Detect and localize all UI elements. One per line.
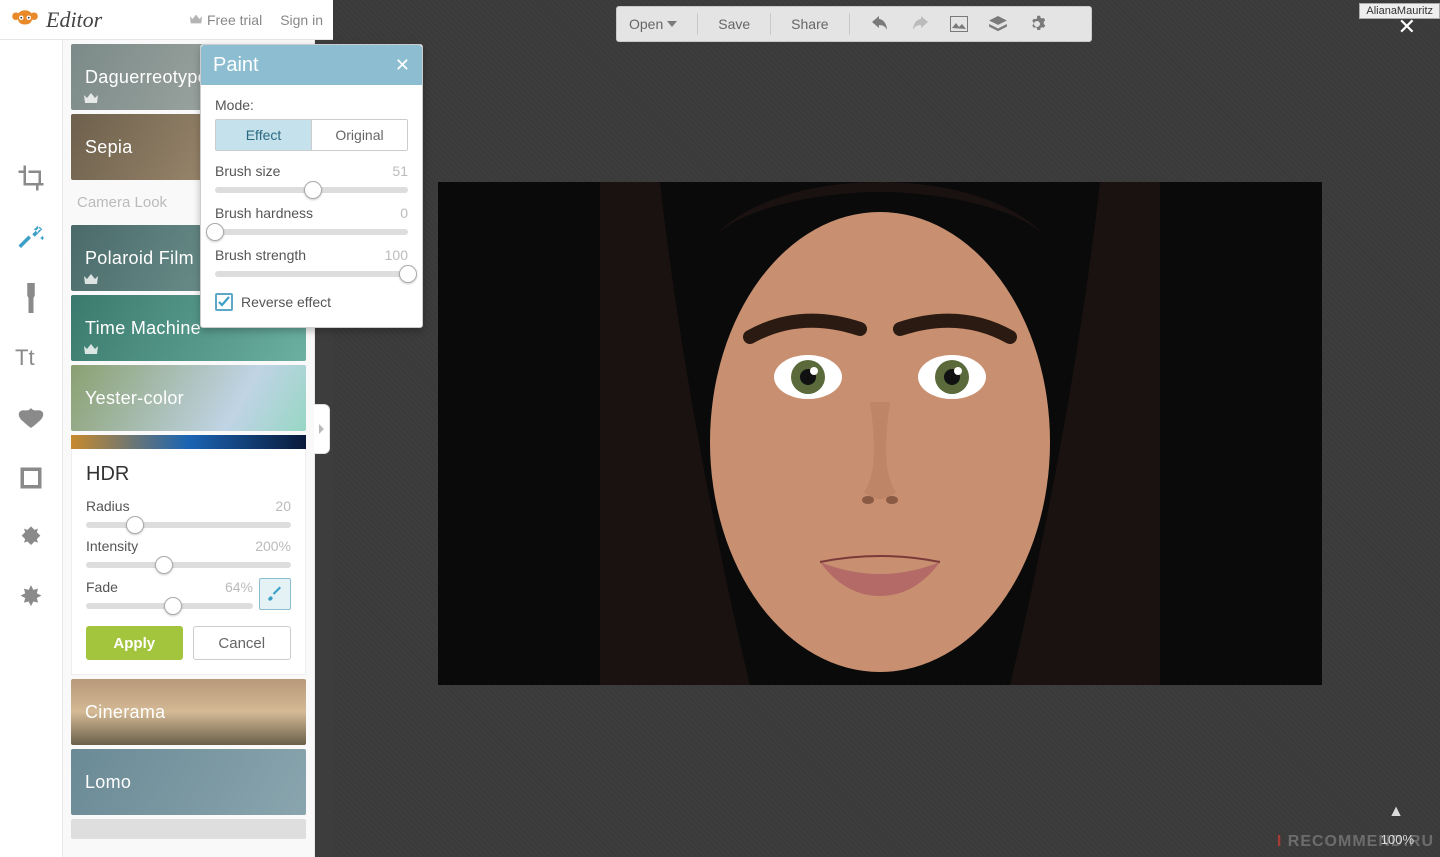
cancel-button[interactable]: Cancel (193, 626, 292, 660)
fit-button[interactable] (950, 16, 968, 32)
chevron-right-icon (318, 423, 326, 435)
effect-label: Sepia (85, 137, 133, 158)
effects-tool[interactable] (13, 220, 49, 256)
divider (770, 13, 771, 35)
site-watermark: I RECOMMEND.RU (1277, 833, 1434, 851)
effect-cinerama[interactable]: Cinerama (71, 679, 306, 745)
brush-strength-slider[interactable] (215, 271, 408, 277)
paint-panel: Paint ✕ Mode: Effect Original Brush size… (200, 44, 423, 328)
image-icon (950, 16, 968, 32)
effect-label: Daguerreotype (85, 67, 208, 88)
chevron-down-icon (667, 21, 677, 27)
crown-icon (83, 273, 99, 285)
open-button[interactable]: Open (629, 16, 677, 32)
hdr-radius-value: 20 (275, 498, 291, 514)
layers-icon (988, 16, 1008, 32)
touchup-tool[interactable] (13, 280, 49, 316)
effect-hdr-header[interactable] (71, 435, 306, 449)
zoom-arrow-icon: ▲ (1388, 803, 1404, 821)
free-trial-link[interactable]: Free trial (189, 12, 262, 28)
settings-button[interactable] (1028, 15, 1046, 33)
crop-tool[interactable] (13, 160, 49, 196)
brush-hardness-label: Brush hardness (215, 205, 313, 221)
effect-label: Yester-color (85, 388, 184, 409)
effect-next[interactable] (71, 819, 306, 839)
brush-size-value: 51 (392, 163, 408, 179)
hdr-intensity-value: 200% (255, 538, 291, 554)
share-button[interactable]: Share (791, 16, 828, 32)
text-tool[interactable]: Tt (13, 340, 49, 376)
effect-label: Cinerama (85, 702, 165, 723)
hdr-fade-label: Fade (86, 579, 118, 595)
tool-strip: Tt (0, 40, 63, 857)
gear-icon (1028, 15, 1046, 33)
apply-button[interactable]: Apply (86, 626, 183, 660)
check-icon (218, 296, 230, 308)
logo[interactable]: Editor (10, 7, 102, 33)
hdr-intensity-label: Intensity (86, 538, 138, 554)
crown-icon (83, 343, 99, 355)
overlays-tool[interactable] (13, 400, 49, 436)
mode-effect-button[interactable]: Effect (216, 120, 311, 150)
hdr-fade-value: 64% (225, 579, 253, 595)
brush-size-label: Brush size (215, 163, 280, 179)
divider (697, 13, 698, 35)
effect-lomo[interactable]: Lomo (71, 749, 306, 815)
sign-in-link[interactable]: Sign in (280, 12, 323, 28)
canvas-area: Open Save Share (333, 0, 1440, 857)
brush-icon (266, 585, 284, 603)
paint-close-button[interactable]: ✕ (395, 55, 410, 76)
mode-label: Mode: (215, 97, 254, 113)
crown-icon (189, 13, 203, 25)
monkey-logo-icon (10, 9, 40, 31)
effect-label: Time Machine (85, 318, 201, 339)
reverse-effect-label: Reverse effect (241, 294, 331, 310)
mode-toggle: Effect Original (215, 119, 408, 151)
layers-button[interactable] (988, 16, 1008, 32)
redo-icon (910, 16, 930, 32)
hdr-panel: HDR Radius 20 Intensity 200% Fade 64% Apply… (71, 449, 306, 675)
hdr-radius-slider[interactable] (86, 522, 291, 528)
canvas-toolbar: Open Save Share (616, 6, 1092, 42)
hdr-title: HDR (86, 463, 291, 486)
paint-brush-button[interactable] (259, 578, 291, 610)
close-overlay-button[interactable]: ✕ (1398, 14, 1416, 40)
effect-label: Polaroid Film (85, 248, 194, 269)
portrait-placeholder (600, 182, 1160, 685)
effect-label: Lomo (85, 772, 131, 793)
brush-strength-value: 100 (385, 247, 408, 263)
brush-strength-label: Brush strength (215, 247, 306, 263)
frames-tool[interactable] (13, 460, 49, 496)
app-header: Editor Free trial Sign in (0, 0, 333, 40)
undo-button[interactable] (870, 16, 890, 32)
logo-text: Editor (46, 7, 102, 33)
brush-hardness-slider[interactable] (215, 229, 408, 235)
hdr-fade-slider[interactable] (86, 603, 253, 609)
redo-button[interactable] (910, 16, 930, 32)
mode-original-button[interactable]: Original (311, 120, 407, 150)
themes-tool[interactable] (13, 580, 49, 616)
textures-tool[interactable] (13, 520, 49, 556)
reverse-effect-checkbox[interactable] (215, 293, 233, 311)
crown-icon (83, 92, 99, 104)
svg-text:Tt: Tt (15, 345, 35, 370)
save-button[interactable]: Save (718, 16, 750, 32)
undo-icon (870, 16, 890, 32)
hdr-radius-label: Radius (86, 498, 130, 514)
hdr-intensity-slider[interactable] (86, 562, 291, 568)
divider (849, 13, 850, 35)
paint-title: Paint (213, 54, 259, 77)
effect-yester-color[interactable]: Yester-color (71, 365, 306, 431)
collapse-panel-arrow[interactable] (314, 404, 330, 454)
paint-panel-header[interactable]: Paint ✕ (201, 45, 422, 85)
brush-size-slider[interactable] (215, 187, 408, 193)
brush-hardness-value: 0 (400, 205, 408, 221)
canvas-image[interactable] (438, 182, 1322, 685)
